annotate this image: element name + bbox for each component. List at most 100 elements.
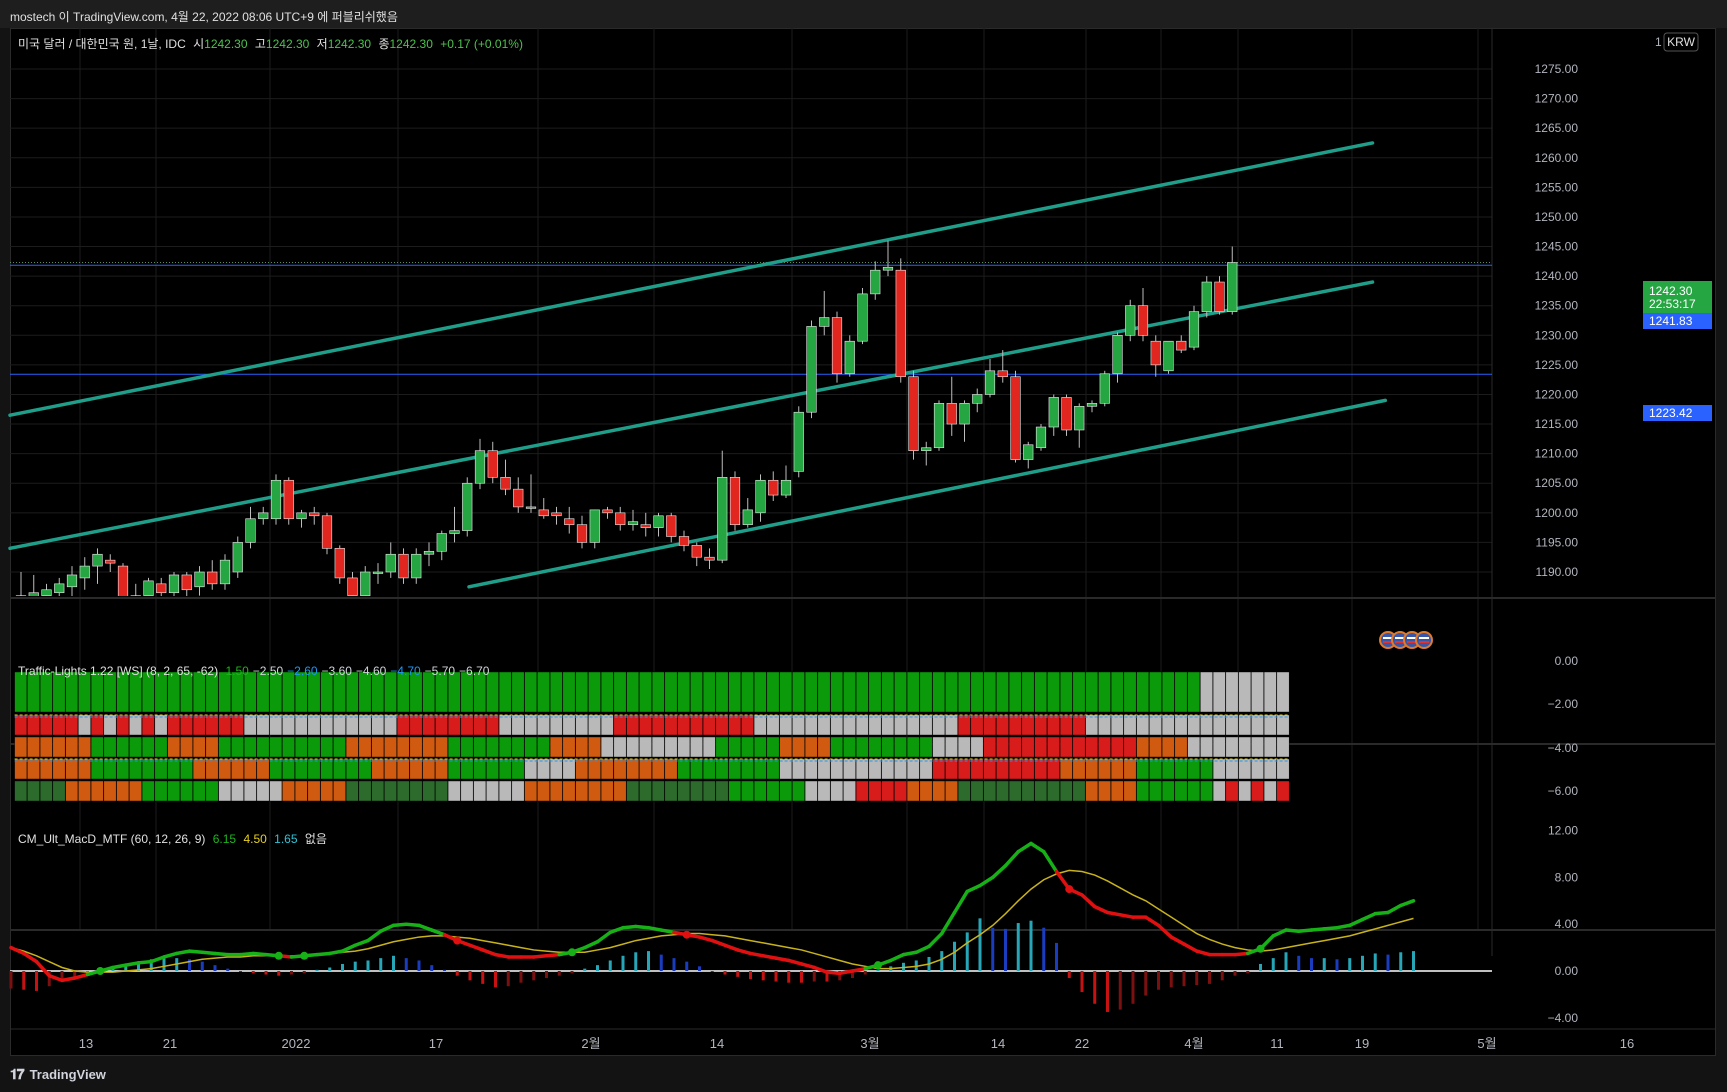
time-axis-label: 3월 (860, 1036, 879, 1051)
candle-body (41, 589, 52, 596)
traffic-light-cell (39, 758, 53, 780)
candle-body (742, 509, 753, 525)
macd-histogram-bar (1220, 971, 1224, 981)
traffic-light-cell (741, 780, 754, 802)
footer-brand[interactable]: 𝟏𝟕 TradingView (10, 1066, 106, 1083)
macd-histogram-bar (1335, 959, 1339, 971)
traffic-light-cell (1225, 671, 1239, 713)
traffic-light-cell (817, 736, 831, 758)
macd-histogram-bar (774, 971, 778, 982)
traffic-light-cell (1251, 714, 1264, 736)
macd-cross-dot (1256, 944, 1265, 953)
traffic-light-cell (1098, 671, 1111, 713)
traffic-light-cell (575, 714, 589, 736)
candle-body (513, 488, 524, 508)
tl-value: −2.60 (287, 664, 318, 678)
tl-name: Traffic-Lights 1.22 [WS] (8, 2, 65, -62) (18, 664, 219, 678)
traffic-light-cell (1187, 736, 1201, 758)
macd-histogram-bar (634, 952, 638, 971)
macd-histogram-bar (736, 971, 740, 977)
traffic-light-cell (167, 714, 181, 736)
macd-line-segment (1233, 951, 1250, 957)
price-axis-label-partial: 1 (1655, 35, 1662, 49)
tl-axis-label: −6.00 (1548, 784, 1579, 798)
macd-histogram-bar (557, 971, 561, 976)
traffic-light-cell (664, 758, 678, 780)
price-axis-label: 1245.00 (1535, 240, 1579, 254)
traffic-light-cell (702, 780, 716, 802)
traffic-light-cell (78, 671, 91, 713)
traffic-light-cell (320, 780, 334, 802)
macd-line-segment (952, 889, 969, 915)
macd-cross-dot (96, 967, 105, 975)
traffic-light-cell (957, 780, 971, 802)
traffic-light-cell (460, 714, 474, 736)
traffic-light-cell (90, 758, 104, 780)
macd-line-segment (149, 955, 166, 964)
candle-body (819, 317, 830, 327)
traffic-light-cell (1136, 671, 1150, 713)
macd-histogram-bar (1284, 952, 1288, 971)
candle-body (117, 565, 129, 596)
candle-body (729, 477, 741, 525)
traffic-light-cell (1251, 780, 1264, 802)
traffic-light-cell (39, 671, 53, 713)
traffic-light-cell (1034, 780, 1048, 802)
traffic-light-cell (435, 671, 448, 713)
traffic-light-cell (1123, 671, 1137, 713)
tl-value: −6.70 (459, 664, 490, 678)
traffic-light-cell (753, 671, 767, 713)
traffic-light-cell (167, 758, 181, 780)
macd-histogram-bar (392, 955, 395, 971)
traffic-light-cell (294, 736, 308, 758)
traffic-light-cell (447, 780, 461, 802)
macd-line-segment (748, 951, 765, 958)
price-axis-label: 1265.00 (1535, 121, 1579, 135)
candle-body (882, 266, 894, 271)
traffic-light-cell (27, 714, 40, 736)
traffic-light-cell (486, 736, 499, 758)
traffic-lights-legend: Traffic-Lights 1.22 [WS] (8, 2, 65, -62)… (18, 664, 497, 678)
traffic-light-cell (945, 736, 958, 758)
candle-body (283, 479, 294, 520)
price-axis-label: 1270.00 (1535, 92, 1579, 106)
macd-histogram-bar (315, 969, 319, 971)
traffic-light-cell (154, 736, 168, 758)
traffic-light-cell (103, 780, 117, 802)
traffic-light-cell (1225, 780, 1239, 802)
traffic-light-cell (307, 714, 321, 736)
traffic-light-cell (728, 780, 742, 802)
time-axis-label: 13 (79, 1036, 93, 1051)
macd-histogram-bar (953, 941, 956, 971)
traffic-light-cell (932, 736, 946, 758)
traffic-light-cell (741, 758, 754, 780)
candle-body (589, 509, 600, 543)
traffic-light-cell (473, 736, 487, 758)
traffic-light-cell (1085, 714, 1099, 736)
traffic-light-cell (779, 736, 793, 758)
traffic-light-cell (1110, 758, 1124, 780)
macd-line-segment (991, 863, 1008, 880)
traffic-light-cell (817, 714, 831, 736)
traffic-light-cell (881, 736, 895, 758)
traffic-light-cell (894, 736, 907, 758)
traffic-light-cell (792, 758, 805, 780)
traffic-light-cell (1047, 780, 1060, 802)
traffic-light-cell (996, 671, 1009, 713)
macd-histogram-bar (1004, 928, 1007, 971)
macd-histogram-bar (481, 971, 485, 984)
traffic-light-cell (741, 714, 754, 736)
traffic-light-cell (371, 714, 385, 736)
candle-body (602, 509, 613, 514)
traffic-light-cell (881, 780, 895, 802)
traffic-light-cell (817, 758, 831, 780)
traffic-light-cell (320, 671, 334, 713)
chart-canvas[interactable]: 1275.00 1270.00 1265.00 1260.00 1255.00 1250.… (0, 0, 1727, 1092)
traffic-light-cell (843, 714, 856, 736)
macd-histogram-bar (1297, 955, 1301, 971)
candle-body (245, 518, 256, 543)
traffic-light-cell (1123, 736, 1137, 758)
macd-line-segment (1093, 904, 1110, 915)
traffic-light-cell (1059, 671, 1073, 713)
price-axis-label: 1200.00 (1535, 506, 1579, 520)
